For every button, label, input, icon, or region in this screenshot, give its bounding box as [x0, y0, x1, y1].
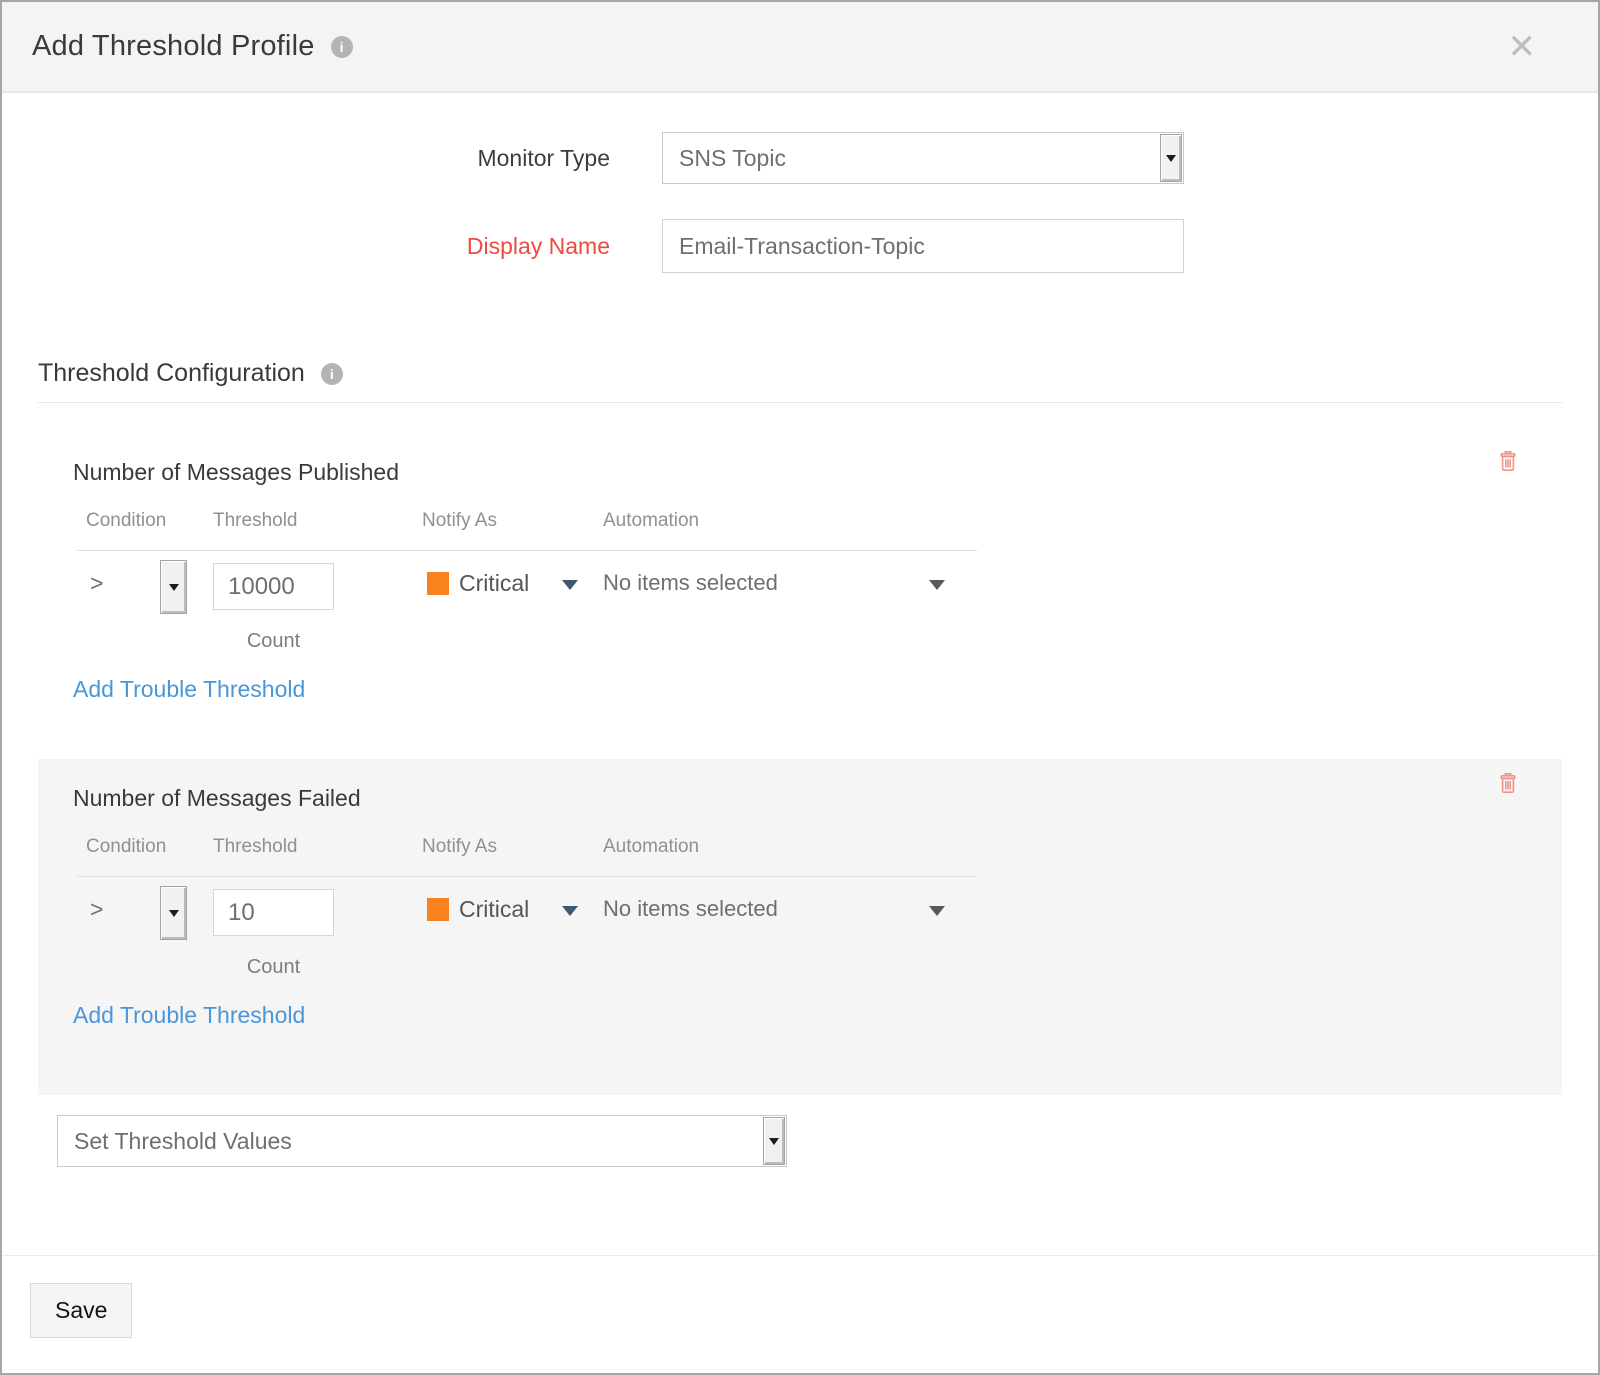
- chevron-down-icon: [169, 584, 179, 591]
- column-header-condition: Condition: [86, 836, 166, 858]
- info-icon[interactable]: i: [321, 363, 343, 385]
- column-header-divider: [77, 876, 977, 877]
- display-name-row: Display Name: [2, 219, 1598, 273]
- threshold-row: Condition Threshold Notify As Automation…: [73, 836, 1562, 986]
- dialog-header: Add Threshold Profile i ✕: [2, 2, 1598, 93]
- display-name-input[interactable]: [662, 219, 1184, 273]
- info-icon[interactable]: i: [331, 36, 353, 58]
- column-header-automation: Automation: [603, 836, 699, 858]
- threshold-value-input[interactable]: [213, 563, 334, 610]
- threshold-value-input[interactable]: [213, 889, 334, 936]
- save-button[interactable]: Save: [30, 1283, 132, 1338]
- threshold-block-messages-published: Number of Messages Published Condition T…: [38, 403, 1562, 729]
- threshold-metric-title: Number of Messages Published: [73, 459, 1562, 486]
- condition-select-button[interactable]: [160, 560, 187, 614]
- close-icon[interactable]: ✕: [1508, 30, 1537, 64]
- condition-select-button[interactable]: [160, 886, 187, 940]
- display-name-label: Display Name: [2, 233, 610, 260]
- notify-as-value[interactable]: Critical: [459, 896, 529, 923]
- section-title: Threshold Configuration: [38, 359, 305, 388]
- set-threshold-values-select[interactable]: Set Threshold Values: [57, 1115, 787, 1167]
- dialog-title: Add Threshold Profile: [32, 30, 315, 63]
- automation-value[interactable]: No items selected: [603, 570, 778, 596]
- threshold-unit-label: Count: [213, 630, 334, 653]
- delete-threshold-icon[interactable]: [1498, 772, 1518, 795]
- column-header-condition: Condition: [86, 510, 166, 532]
- threshold-row: Condition Threshold Notify As Automation…: [73, 510, 1562, 660]
- severity-color-swatch: [427, 898, 449, 921]
- column-header-divider: [77, 550, 977, 551]
- threshold-unit-label: Count: [213, 956, 334, 979]
- add-trouble-threshold-link[interactable]: Add Trouble Threshold: [73, 1002, 305, 1029]
- column-header-automation: Automation: [603, 510, 699, 532]
- set-threshold-values-value: Set Threshold Values: [58, 1128, 292, 1155]
- set-threshold-values-dropdown-button[interactable]: [763, 1117, 785, 1165]
- chevron-down-icon: [769, 1138, 779, 1145]
- column-header-notify-as: Notify As: [422, 510, 497, 532]
- notify-as-value[interactable]: Critical: [459, 570, 529, 597]
- add-trouble-threshold-link[interactable]: Add Trouble Threshold: [73, 676, 305, 703]
- monitor-type-dropdown-button[interactable]: [1160, 134, 1182, 182]
- condition-value: >: [90, 896, 103, 923]
- monitor-type-row: Monitor Type SNS Topic: [2, 132, 1598, 184]
- footer-divider: [2, 1255, 1598, 1256]
- threshold-configuration-header: Threshold Configuration i: [38, 359, 1598, 388]
- condition-value: >: [90, 570, 103, 597]
- column-header-threshold: Threshold: [213, 510, 298, 532]
- notify-as-dropdown-icon[interactable]: [562, 580, 578, 590]
- monitor-type-select[interactable]: SNS Topic: [662, 132, 1184, 184]
- monitor-type-label: Monitor Type: [2, 145, 610, 172]
- automation-value[interactable]: No items selected: [603, 896, 778, 922]
- notify-as-dropdown-icon[interactable]: [562, 906, 578, 916]
- severity-color-swatch: [427, 572, 449, 595]
- chevron-down-icon: [169, 910, 179, 917]
- chevron-down-icon: [1166, 155, 1176, 162]
- threshold-block-messages-failed: Number of Messages Failed Condition Thre…: [38, 759, 1562, 1095]
- add-threshold-profile-dialog: Add Threshold Profile i ✕ Monitor Type S…: [0, 0, 1600, 1375]
- monitor-type-value: SNS Topic: [663, 145, 786, 172]
- automation-dropdown-icon[interactable]: [929, 906, 945, 916]
- column-header-notify-as: Notify As: [422, 836, 497, 858]
- column-header-threshold: Threshold: [213, 836, 298, 858]
- threshold-metric-title: Number of Messages Failed: [73, 785, 1562, 812]
- automation-dropdown-icon[interactable]: [929, 580, 945, 590]
- delete-threshold-icon[interactable]: [1498, 450, 1518, 473]
